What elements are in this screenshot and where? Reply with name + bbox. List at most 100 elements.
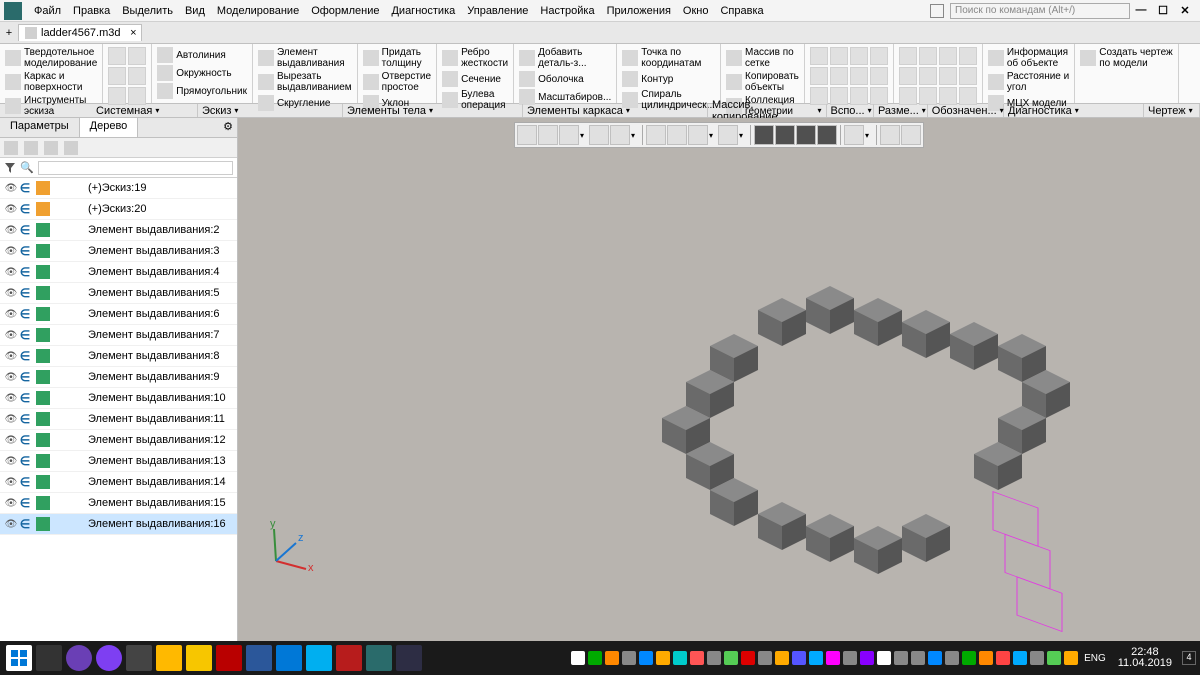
tray-icon-14[interactable] xyxy=(809,651,823,665)
ribbon-btn[interactable]: Вырезатьвыдавливанием xyxy=(257,70,353,94)
tray-icon-7[interactable] xyxy=(690,651,704,665)
ribbon-category[interactable]: Системная▾ xyxy=(92,104,198,117)
start-button[interactable] xyxy=(6,645,32,671)
include-icon[interactable]: ∈ xyxy=(18,349,32,363)
ribbon-btn[interactable]: Расстояние иугол xyxy=(987,70,1070,94)
ribbon-icon[interactable] xyxy=(899,87,917,105)
viewport-zoom-button[interactable] xyxy=(559,125,579,145)
visibility-icon[interactable]: 👁 xyxy=(4,351,18,362)
tree-tool-3[interactable] xyxy=(44,141,58,155)
3d-viewport[interactable]: ▾▾▾▾▾ xyxy=(238,118,1200,641)
menu-Настройка[interactable]: Настройка xyxy=(534,3,600,19)
include-icon[interactable]: ∈ xyxy=(18,412,32,426)
clock[interactable]: 22:48 11.04.2019 xyxy=(1112,647,1178,669)
ribbon-icon[interactable] xyxy=(919,47,937,65)
viewport-meas-button[interactable] xyxy=(880,125,900,145)
include-icon[interactable]: ∈ xyxy=(18,496,32,510)
minimize-button[interactable]: — xyxy=(1132,4,1150,18)
include-icon[interactable]: ∈ xyxy=(18,370,32,384)
ribbon-btn[interactable]: Копироватьобъекты xyxy=(725,70,800,94)
visibility-icon[interactable]: 👁 xyxy=(4,393,18,404)
tray-icon-26[interactable] xyxy=(1013,651,1027,665)
ribbon-icon[interactable] xyxy=(919,87,937,105)
include-icon[interactable]: ∈ xyxy=(18,517,32,531)
app-icon[interactable] xyxy=(4,2,22,20)
include-icon[interactable]: ∈ xyxy=(18,202,32,216)
menu-Окно[interactable]: Окно xyxy=(677,3,715,19)
tree-tool-2[interactable] xyxy=(24,141,38,155)
include-icon[interactable]: ∈ xyxy=(18,223,32,237)
ribbon-category[interactable]: Диагностика▾ xyxy=(1004,104,1144,117)
visibility-icon[interactable]: 👁 xyxy=(4,288,18,299)
menu-Выделить[interactable]: Выделить xyxy=(116,3,179,19)
tab-close-button[interactable]: × xyxy=(130,27,136,39)
ribbon-icon[interactable] xyxy=(870,47,888,65)
command-search[interactable]: Поиск по командам (Alt+/) xyxy=(950,3,1130,19)
close-button[interactable]: ✕ xyxy=(1176,4,1194,18)
tray-icon-4[interactable] xyxy=(639,651,653,665)
opera-app[interactable] xyxy=(216,645,242,671)
tray-icon-21[interactable] xyxy=(928,651,942,665)
ribbon-icon[interactable] xyxy=(919,67,937,85)
tray-icon-22[interactable] xyxy=(945,651,959,665)
skype-app[interactable] xyxy=(306,645,332,671)
tree-tool-4[interactable] xyxy=(64,141,78,155)
dropdown-icon[interactable]: ▾ xyxy=(631,125,639,145)
viewport-axis-button[interactable] xyxy=(538,125,558,145)
ribbon-category[interactable]: Элементы тела▾ xyxy=(343,104,523,117)
ribbon-btn[interactable]: Создать чертежпо модели xyxy=(1079,46,1174,70)
tray-icon-9[interactable] xyxy=(724,651,738,665)
dropdown-icon[interactable]: ▾ xyxy=(739,125,747,145)
taskview-button[interactable] xyxy=(36,645,62,671)
ribbon-category[interactable]: Чертеж▾ xyxy=(1144,104,1200,117)
ribbon-icon[interactable] xyxy=(830,67,848,85)
tree-item[interactable]: 👁∈Элемент выдавливания:14 xyxy=(0,472,237,493)
ribbon-icon[interactable] xyxy=(128,87,146,105)
viewport-dark-button[interactable] xyxy=(754,125,774,145)
visibility-icon[interactable]: 👁 xyxy=(4,225,18,236)
solidworks-app[interactable] xyxy=(336,645,362,671)
include-icon[interactable]: ∈ xyxy=(18,286,32,300)
visibility-icon[interactable]: 👁 xyxy=(4,414,18,425)
ribbon-icon[interactable] xyxy=(939,87,957,105)
tray-icon-0[interactable] xyxy=(571,651,585,665)
ribbon-icon[interactable] xyxy=(108,67,126,85)
menu-Моделирование[interactable]: Моделирование xyxy=(211,3,305,19)
ribbon-icon[interactable] xyxy=(850,67,868,85)
taskbar-app-1[interactable] xyxy=(66,645,92,671)
tree-item[interactable]: 👁∈Элемент выдавливания:6 xyxy=(0,304,237,325)
tree-filter-input[interactable] xyxy=(38,161,233,175)
ribbon-btn[interactable]: Элементвыдавливания xyxy=(257,46,353,70)
document-tab[interactable]: ladder4567.m3d × xyxy=(18,24,142,41)
ribbon-btn[interactable]: Точка покоординатам xyxy=(621,46,716,70)
visibility-icon[interactable]: 👁 xyxy=(4,267,18,278)
ribbon-btn[interactable]: Окружность xyxy=(156,64,248,82)
ribbon-icon[interactable] xyxy=(830,87,848,105)
visibility-icon[interactable]: 👁 xyxy=(4,435,18,446)
visibility-icon[interactable]: 👁 xyxy=(4,330,18,341)
ribbon-category[interactable]: Разме...▾ xyxy=(874,104,928,117)
tab-parameters[interactable]: Параметры xyxy=(0,118,80,137)
viewport-grid-button[interactable] xyxy=(517,125,537,145)
viewport-cam-button[interactable] xyxy=(718,125,738,145)
tray-icon-2[interactable] xyxy=(605,651,619,665)
tray-icon-24[interactable] xyxy=(979,651,993,665)
ribbon-icon[interactable] xyxy=(810,47,828,65)
ribbon-icon[interactable] xyxy=(939,67,957,85)
tree-item[interactable]: 👁∈Элемент выдавливания:15 xyxy=(0,493,237,514)
tray-icon-20[interactable] xyxy=(911,651,925,665)
ribbon-icon[interactable] xyxy=(870,87,888,105)
taskbar-app-9[interactable] xyxy=(396,645,422,671)
tray-icon-12[interactable] xyxy=(775,651,789,665)
file-explorer[interactable] xyxy=(156,645,182,671)
tray-icon-15[interactable] xyxy=(826,651,840,665)
include-icon[interactable]: ∈ xyxy=(18,265,32,279)
taskbar-app-2[interactable] xyxy=(126,645,152,671)
tree-item[interactable]: 👁∈Элемент выдавливания:12 xyxy=(0,430,237,451)
visibility-icon[interactable]: 👁 xyxy=(4,309,18,320)
ribbon-icon[interactable] xyxy=(810,67,828,85)
include-icon[interactable]: ∈ xyxy=(18,454,32,468)
include-icon[interactable]: ∈ xyxy=(18,391,32,405)
ribbon-icon[interactable] xyxy=(830,47,848,65)
ribbon-icon[interactable] xyxy=(870,67,888,85)
